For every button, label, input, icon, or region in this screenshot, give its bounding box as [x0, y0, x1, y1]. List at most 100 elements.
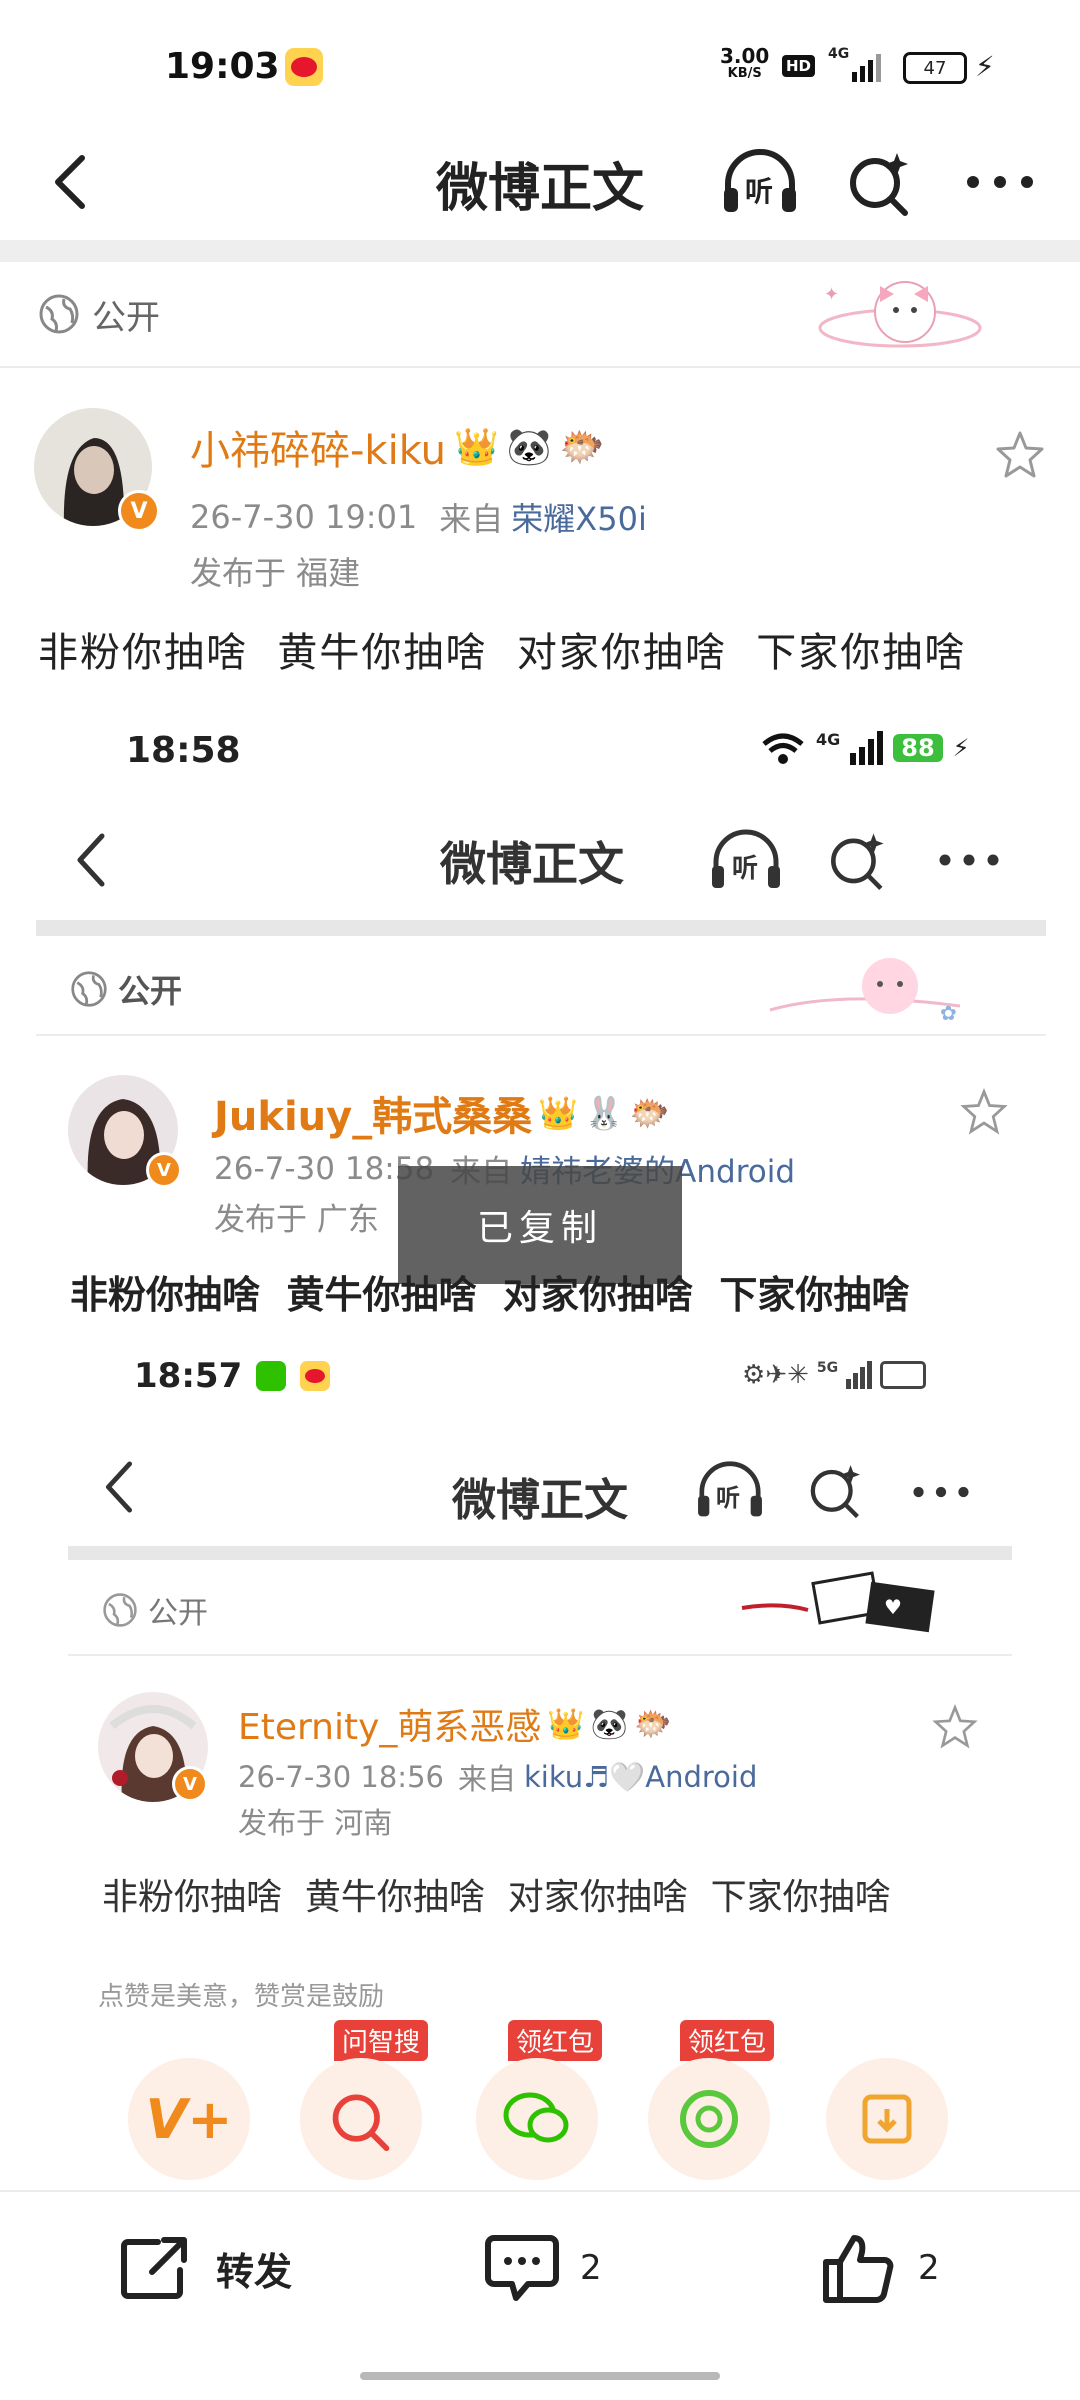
embedded-screenshot-2: 18:57 ⚙✈✳ 5G 微博正文 听 公开 ♥ V Eternity_萌系恶感… [0, 1340, 1080, 2012]
shot1-divider-band [36, 920, 1046, 936]
shot1-divider-line [36, 1034, 1046, 1036]
repost-button[interactable]: 转发 [118, 2234, 292, 2302]
shot2-listen-label: 听 [716, 1484, 740, 1512]
shot1-post-text: 非粉你抽啥 黄牛你抽啥 对家你抽啥 下家你抽啥 [70, 1273, 910, 1317]
network-speed: 3.00 KB/S [720, 44, 770, 81]
back-button[interactable] [30, 142, 110, 222]
svg-text:✦: ✦ [824, 284, 839, 305]
shot2-from-label: 来自 [457, 1762, 516, 1796]
battery-icon: 47 [903, 52, 967, 84]
status-time: 19:03 [165, 46, 280, 87]
back-arrow-icon [55, 155, 85, 209]
weibo-icon [300, 1361, 331, 1391]
shot2-signal-icon [846, 1361, 873, 1389]
reward-vplus-button[interactable]: V+ [128, 2058, 250, 2180]
weibo-app-icon [285, 48, 323, 86]
listen-label: 听 [745, 175, 774, 208]
shot1-visibility-row: 公开 [70, 966, 182, 1012]
wechat-red-packet-button[interactable] [476, 2058, 598, 2180]
shot2-star-icon [932, 1703, 978, 1754]
moments-red-packet-button[interactable] [648, 2058, 770, 2180]
shot2-device: kiku♬🤍Android [524, 1759, 758, 1794]
visibility-row: 公开 [38, 286, 160, 342]
globe-icon [39, 294, 79, 334]
shot1-back-icon [66, 825, 116, 895]
image-save-icon [862, 2094, 912, 2144]
repost-label: 转发 [216, 2249, 293, 2294]
favorite-button[interactable] [985, 420, 1055, 490]
shot1-location: 发布于 广东 [214, 1202, 379, 1238]
post-location: 发布于 福建 [190, 554, 361, 592]
shot2-meta: 26-7-30 18:56 来自 kiku♬🤍Android [238, 1756, 757, 1798]
shot2-headphones-icon: 听 [694, 1460, 766, 1526]
shot1-username: Jukiuy_韩式桑桑 [214, 1094, 533, 1140]
panda-badge-icon: 🐼 [506, 427, 552, 468]
shot2-fish-badge-icon: 🐡 [634, 1706, 672, 1742]
camera-shutter-icon [680, 2090, 738, 2148]
shot1-search-icon [826, 828, 890, 896]
shot1-fish-badge-icon: 🐡 [629, 1094, 670, 1132]
shot1-more-icon [938, 852, 1000, 871]
shot2-back-icon [102, 1460, 136, 1518]
shot1-sticker: ✿ [760, 940, 970, 1040]
shot1-signal-icon [850, 731, 884, 765]
comment-count: 2 [580, 2248, 602, 2288]
device-link[interactable]: 荣耀X50i [511, 494, 647, 540]
hd-badge: HD [782, 55, 816, 77]
shot2-crown-badge-icon: 👑 [547, 1706, 585, 1742]
from-label: 来自 [439, 500, 504, 538]
ask-search-button[interactable] [300, 2058, 422, 2180]
reward-row: V+ 问智搜 领红包 领红包 [0, 2020, 1080, 2190]
header-sticker: ✦ [810, 260, 990, 370]
shot1-battery: 88 [893, 734, 943, 762]
shot1-status-icons: 4G 88 ⚡ [760, 730, 970, 766]
shot2-panda-badge-icon: 🐼 [590, 1706, 629, 1742]
comment-icon [485, 2235, 559, 2301]
tag-ask-search: 问智搜 [334, 2020, 429, 2061]
charging-icon: ⚡ [975, 50, 995, 83]
shot1-crown-badge-icon: 👑 [538, 1094, 579, 1132]
vplus-icon: V+ [145, 2087, 233, 2151]
save-image-button[interactable] [826, 2058, 948, 2180]
section-divider [0, 240, 1080, 262]
battery-level: 47 [923, 57, 947, 79]
verified-badge: V [118, 490, 160, 532]
shot1-visibility-label: 公开 [118, 972, 183, 1010]
shot2-sticker: ♥ [738, 1562, 948, 1642]
more-button[interactable] [955, 142, 1045, 222]
shot1-globe-icon [71, 971, 107, 1007]
net-type-label: 4G [828, 46, 850, 62]
shot2-globe-icon [103, 1593, 137, 1627]
listen-button[interactable]: 听 [715, 142, 805, 222]
star-icon [996, 431, 1044, 478]
shot2-username-row: Eternity_萌系恶感 👑 🐼 🐡 [238, 1698, 672, 1750]
svg-text:♥: ♥ [884, 1595, 902, 1619]
signal-icon: 4G [828, 46, 882, 82]
shot2-time-line: 26-7-30 18:56 [238, 1760, 444, 1794]
like-button[interactable]: 2 [820, 2230, 940, 2306]
more-dots-icon [967, 176, 1033, 188]
home-indicator[interactable] [360, 2372, 720, 2380]
shot2-divider-line [68, 1654, 1012, 1656]
embedded-screenshot-1: 18:58 4G 88 ⚡ 微博正文 听 公开 ✿ V Jukiuy_韩式桑桑 … [0, 700, 1080, 1340]
username[interactable]: 小祎碎碎-kiku [190, 418, 446, 476]
post-time: 26-7-30 19:01 [190, 498, 418, 536]
comment-button[interactable]: 2 [484, 2232, 602, 2304]
share-icon [121, 2237, 187, 2299]
shot2-more-icon [912, 1484, 970, 1503]
username-row: 小祎碎碎-kiku 👑 🐼 🐡 [190, 418, 604, 476]
shot1-rabbit-badge-icon: 🐰 [584, 1094, 624, 1132]
tag-red-packet-2: 领红包 [680, 2020, 775, 2061]
shot2-status-icons: ⚙✈✳ 5G [742, 1360, 927, 1390]
shot1-star-icon [960, 1087, 1008, 1140]
tag-red-packet-1: 领红包 [508, 2020, 603, 2061]
divider-line [0, 366, 1080, 368]
crown-badge-icon: 👑 [454, 427, 499, 468]
smart-search-button[interactable] [840, 142, 920, 222]
page-title: 微博正文 [435, 159, 644, 219]
shot2-icon-cluster: ⚙✈✳ [742, 1360, 809, 1390]
shot2-post-text: 非粉你抽啥 黄牛你抽啥 对家你抽啥 下家你抽啥 [102, 1877, 891, 1918]
reward-hint: 点赞是美意，赞赏是鼓励 [98, 1982, 385, 2012]
shot2-time: 18:57 [134, 1356, 243, 1396]
shot2-battery-icon [880, 1361, 927, 1389]
